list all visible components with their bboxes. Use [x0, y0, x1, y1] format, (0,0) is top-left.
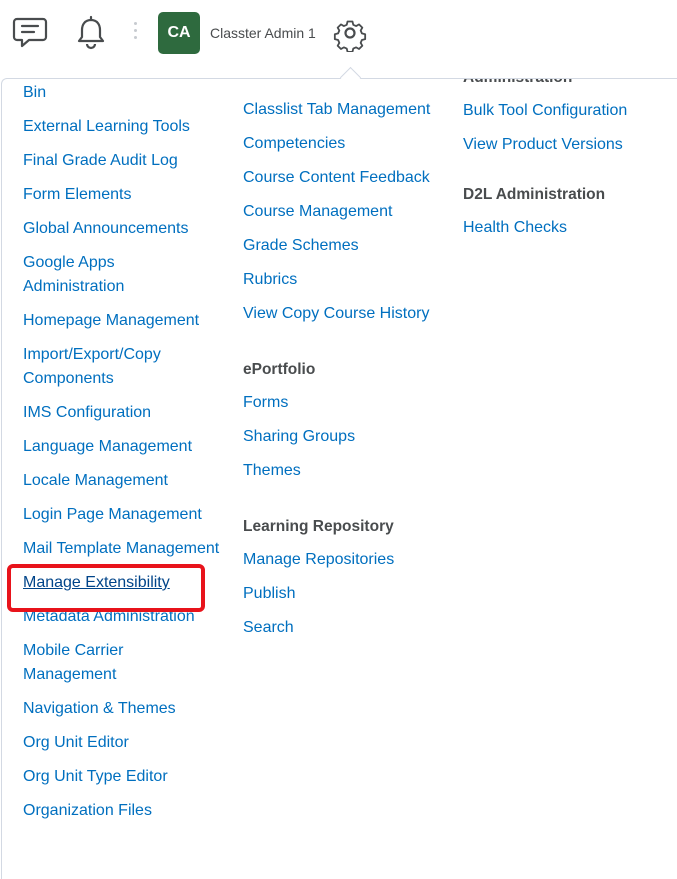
administration-heading: Administration — [463, 79, 677, 89]
menu-link[interactable]: Search — [243, 616, 458, 640]
bell-icon — [77, 15, 105, 50]
menu-link[interactable]: Global Announcements — [23, 217, 238, 241]
menu-link[interactable]: Org Unit Type Editor — [23, 765, 238, 789]
menu-link[interactable]: Course Content Feedback — [243, 166, 458, 190]
menu-link[interactable]: External Learning Tools — [23, 115, 238, 139]
menu-link[interactable]: Navigation & Themes — [23, 697, 238, 721]
notifications-button[interactable] — [73, 14, 109, 52]
menu-link[interactable]: Homepage Management — [23, 309, 238, 333]
menu-link[interactable]: Form Elements — [23, 183, 238, 207]
learning-repository-heading: Learning Repository — [243, 518, 394, 535]
messages-button[interactable] — [12, 14, 48, 52]
menu-link[interactable]: Language Management — [23, 435, 238, 459]
avatar: CA — [158, 12, 200, 54]
menu-link[interactable]: Classlist Tab Management — [243, 98, 458, 122]
menu-link[interactable]: Metadata Administration — [23, 605, 238, 629]
menu-link[interactable]: Bulk Tool Configuration — [463, 99, 677, 123]
menu-link[interactable]: Bin — [23, 81, 238, 105]
gear-icon — [333, 20, 367, 53]
menu-column-1: Bin External Learning Tools Final Grade … — [23, 81, 238, 833]
menu-link[interactable]: Competencies — [243, 132, 458, 156]
menu-link[interactable]: Forms — [243, 391, 458, 415]
menu-link[interactable]: Mobile Carrier Management — [23, 639, 143, 687]
d2l-administration-heading: D2L Administration — [463, 186, 606, 203]
menu-column-2: Classlist Tab Management Competencies Co… — [243, 98, 458, 650]
manage-extensibility-link[interactable]: Manage Extensibility — [23, 571, 238, 595]
header-separator — [134, 22, 138, 46]
menu-link[interactable]: View Product Versions — [463, 133, 677, 157]
menu-link[interactable]: Locale Management — [23, 469, 238, 493]
menu-link[interactable]: Organization Files — [23, 799, 238, 823]
menu-link[interactable]: Import/Export/Copy Components — [23, 343, 193, 391]
menu-link[interactable]: Org Unit Editor — [23, 731, 238, 755]
menu-link[interactable]: Health Checks — [463, 216, 677, 240]
menu-link[interactable]: Login Page Management — [23, 503, 238, 527]
admin-tools-dropdown: Bin External Learning Tools Final Grade … — [1, 78, 677, 879]
admin-tools-button[interactable] — [331, 14, 369, 53]
chat-bubble-icon — [12, 17, 48, 48]
menu-link[interactable]: Google Apps Administration — [23, 251, 163, 299]
menu-link[interactable]: Themes — [243, 459, 458, 483]
menu-link[interactable]: Rubrics — [243, 268, 458, 292]
menu-link[interactable]: Grade Schemes — [243, 234, 458, 258]
menu-column-3: Administration Bulk Tool Configuration V… — [463, 79, 677, 250]
menu-link[interactable]: Final Grade Audit Log — [23, 149, 238, 173]
menu-link[interactable]: Course Management — [243, 200, 458, 224]
menu-link[interactable]: Sharing Groups — [243, 425, 458, 449]
user-profile-button[interactable]: CA Classter Admin 1 — [158, 12, 316, 54]
menu-link[interactable]: Publish — [243, 582, 458, 606]
top-navbar: CA Classter Admin 1 — [0, 0, 677, 72]
menu-link[interactable]: Manage Repositories — [243, 548, 458, 572]
user-name: Classter Admin 1 — [210, 25, 316, 41]
menu-link[interactable]: IMS Configuration — [23, 401, 238, 425]
eportfolio-heading: ePortfolio — [243, 361, 316, 378]
menu-link[interactable]: View Copy Course History — [243, 302, 458, 326]
menu-link[interactable]: Mail Template Management — [23, 537, 238, 561]
